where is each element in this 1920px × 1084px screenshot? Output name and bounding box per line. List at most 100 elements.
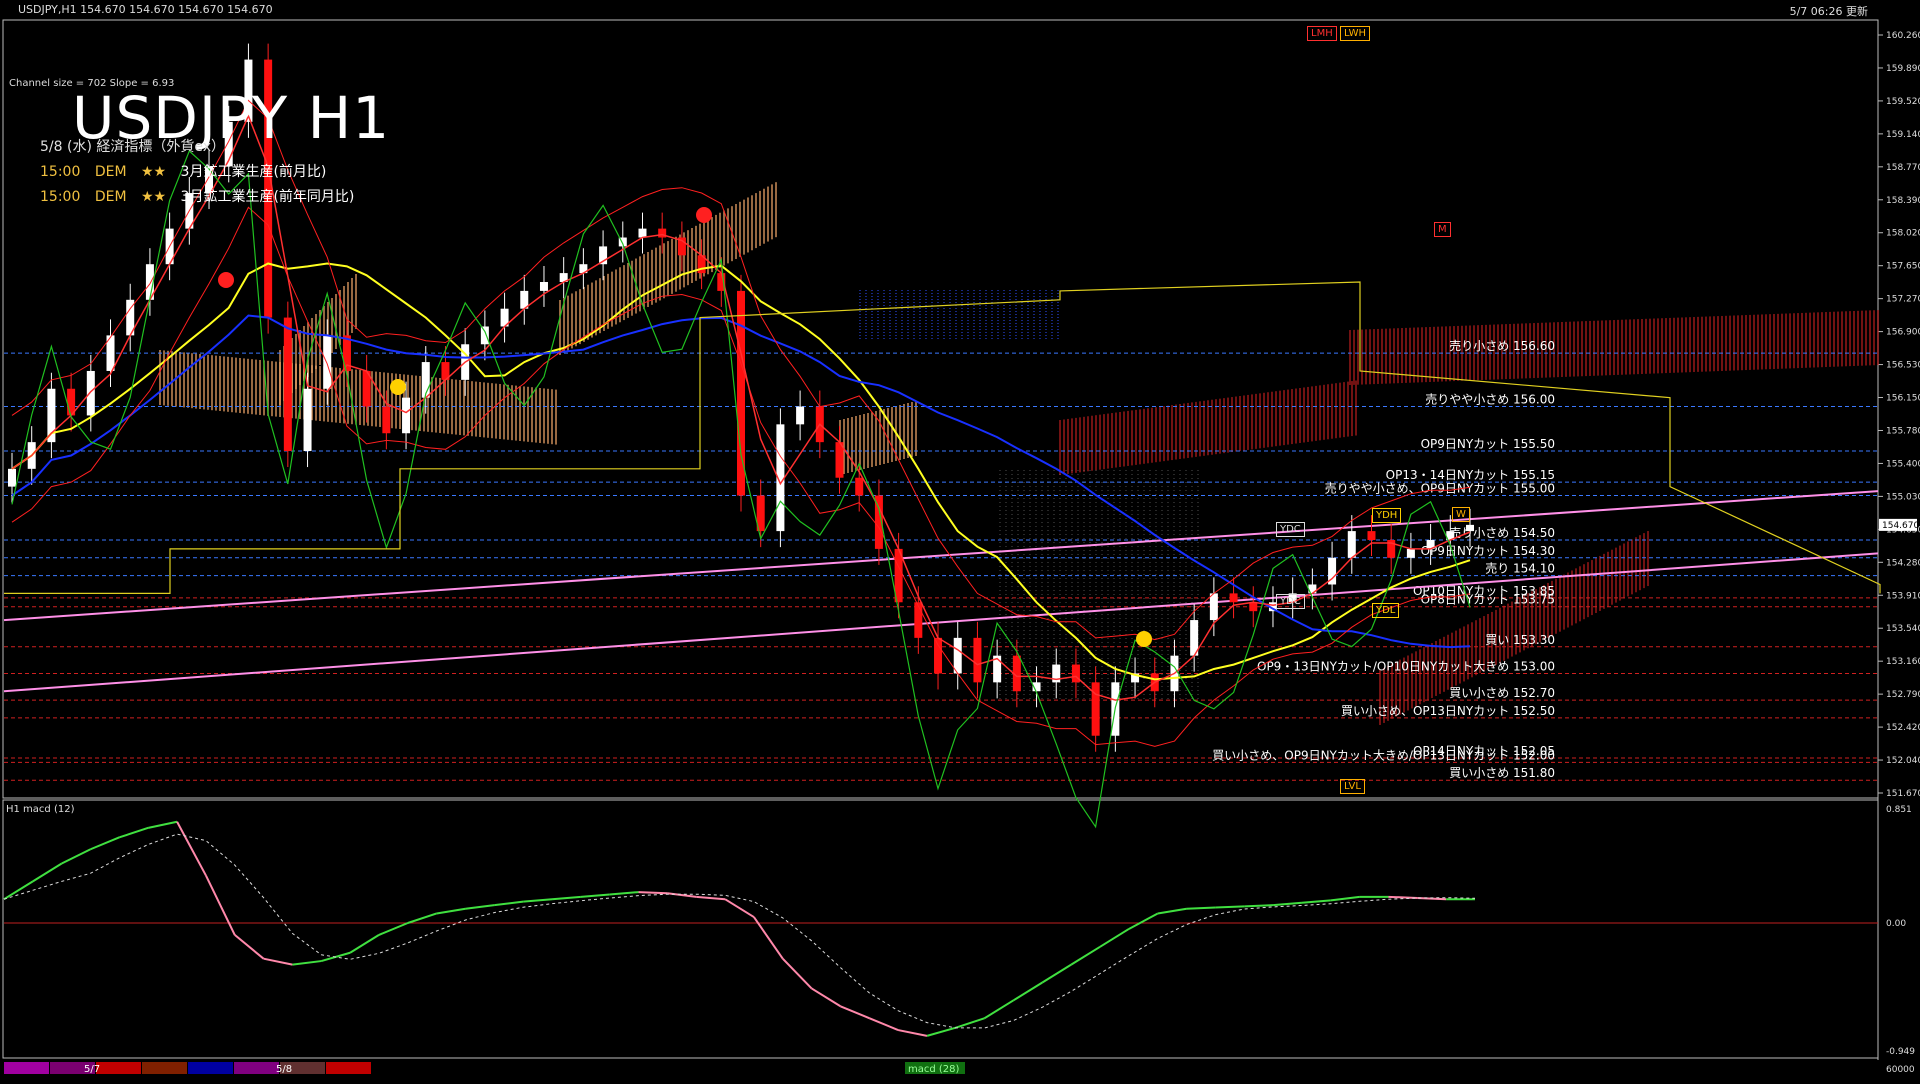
price-tick-label: 157.270 [1886,295,1920,305]
price-tick-label: 156.150 [1886,394,1920,404]
candle-body [638,228,647,238]
level-label: 売り小さめ 156.60 [1449,338,1555,353]
candle-body [914,602,923,638]
candle-body [1367,531,1376,540]
footer-date-label: 5/8 [276,1064,292,1075]
macd-segment [1244,904,1274,908]
footer-date-cell [188,1062,233,1074]
update-timestamp: 5/7 06:26 更新 [1789,5,1868,18]
candle-body [1091,682,1100,736]
macd-segment [638,891,668,895]
macd-segment [782,957,813,990]
macd-segment [494,900,524,907]
event-time: 15:00 [40,189,81,205]
macd-segment [926,1026,957,1037]
tag-ydc-lower: YDC [1276,594,1305,609]
event-row: 15:00 DEM ★★ 3月鉱工業生産(前年同月比) [40,186,364,206]
macd-segment [436,907,466,915]
macd-segment [609,891,639,896]
macd-segment [1012,981,1043,1002]
price-tick-label: 155.030 [1886,492,1920,502]
level-label: 買い 153.30 [1485,633,1555,647]
candle-body [934,637,943,674]
macd-axis-label: 60000 [1886,1065,1915,1075]
candle-body [796,406,805,425]
candle-body [855,477,864,496]
macd-segment [551,895,581,901]
tag-ydh: YDH [1372,508,1402,523]
macd-segment [897,1029,928,1037]
event-name: 3月鉱工業生産(前年同月比) [180,189,355,205]
macd-segment [1099,928,1130,948]
macd-segment [1186,906,1216,910]
candle-body [1347,531,1356,558]
candle-body [1466,524,1474,532]
price-tick-label: 159.140 [1886,130,1920,140]
level-label: OP9日NYカット 155.50 [1421,437,1555,451]
candle-body [303,388,312,452]
macd-segment [407,912,437,924]
macd-segment [378,922,409,936]
chart-window[interactable]: 160.260 159.890 159.520 159.140 158.770 158.3… [0,0,1920,1080]
footer-date-cell [4,1062,49,1074]
event-country: DEM [94,164,127,180]
macd-segment [1330,895,1360,902]
macd-segment [1041,963,1072,984]
macd-axis-label: 0.00 [1886,919,1906,929]
candle-body [402,397,411,434]
price-tick-label: 158.770 [1886,163,1920,173]
macd-signal-line [3,833,1476,1029]
economic-events: 5/8 (水) 経済指標（外貨ex） 15:00 DEM ★★ 3月鉱工業生産(… [40,136,364,211]
macd-segment [292,960,322,966]
macd-segment [148,820,178,829]
price-tick-label: 152.790 [1886,690,1920,700]
price-tick-label: 155.400 [1886,459,1920,469]
macd-segment [724,898,755,918]
price-tick-label: 155.780 [1886,426,1920,436]
tag-lwh: LWH [1340,26,1371,41]
macd-segment [696,895,726,901]
price-tick-label: 152.040 [1886,756,1920,766]
level-label: 売りやや小さめ 156.00 [1425,392,1555,407]
macd-pane-frame [2,799,1879,1059]
event-stars: ★★ [140,189,167,205]
footer-date-cell [96,1062,141,1074]
tag-lvl: LVL [1340,779,1365,794]
signal-marker-icon [218,272,234,288]
macd-segment [1301,899,1331,904]
signal-marker-icon [1136,631,1152,647]
level-label: OP9日NYカット 154.30 [1421,544,1555,558]
price-tick-label: 152.420 [1886,723,1920,733]
macd-segment [349,934,380,954]
candle-body [539,282,548,291]
macd-segment [1273,901,1303,907]
events-heading: 5/8 (水) 経済指標（外貨ex） [40,139,226,155]
tag-m: M [1434,222,1451,237]
tag-lmh: LMH [1307,26,1337,41]
macd-footer-tab-label: macd (28) [908,1064,960,1075]
signal-marker-icon [696,207,712,223]
event-time: 15:00 [40,164,81,180]
macd-segment [90,836,120,851]
event-row: 15:00 DEM ★★ 3月鉱工業生産(前月比) [40,161,364,181]
candle-body [973,637,982,683]
current-price-label: 154.670 [1882,521,1919,531]
macd-segment [868,1017,899,1031]
price-tick-label: 158.020 [1886,229,1920,239]
macd-segment [955,1017,985,1029]
candle-body [86,370,95,416]
macd-segment [176,821,207,876]
candle-body [323,335,332,389]
macd-segment [3,880,34,901]
event-country: DEM [94,189,127,205]
event-name: 3月鉱工業生産(前月比) [180,164,327,180]
tag-ydl: YDL [1372,603,1400,618]
footer-date-label: 5/7 [84,1064,100,1075]
candle-body [1249,602,1258,612]
level-label: OP13・14日NYカット 155.15 [1386,468,1555,482]
candle-body [1406,548,1415,558]
macd-segment [1157,907,1187,915]
macd-segment [465,904,495,910]
macd-axis-label: -0.949 [1886,1047,1915,1057]
symbol-info: USDJPY,H1 154.670 154.670 154.670 154.67… [18,3,273,16]
